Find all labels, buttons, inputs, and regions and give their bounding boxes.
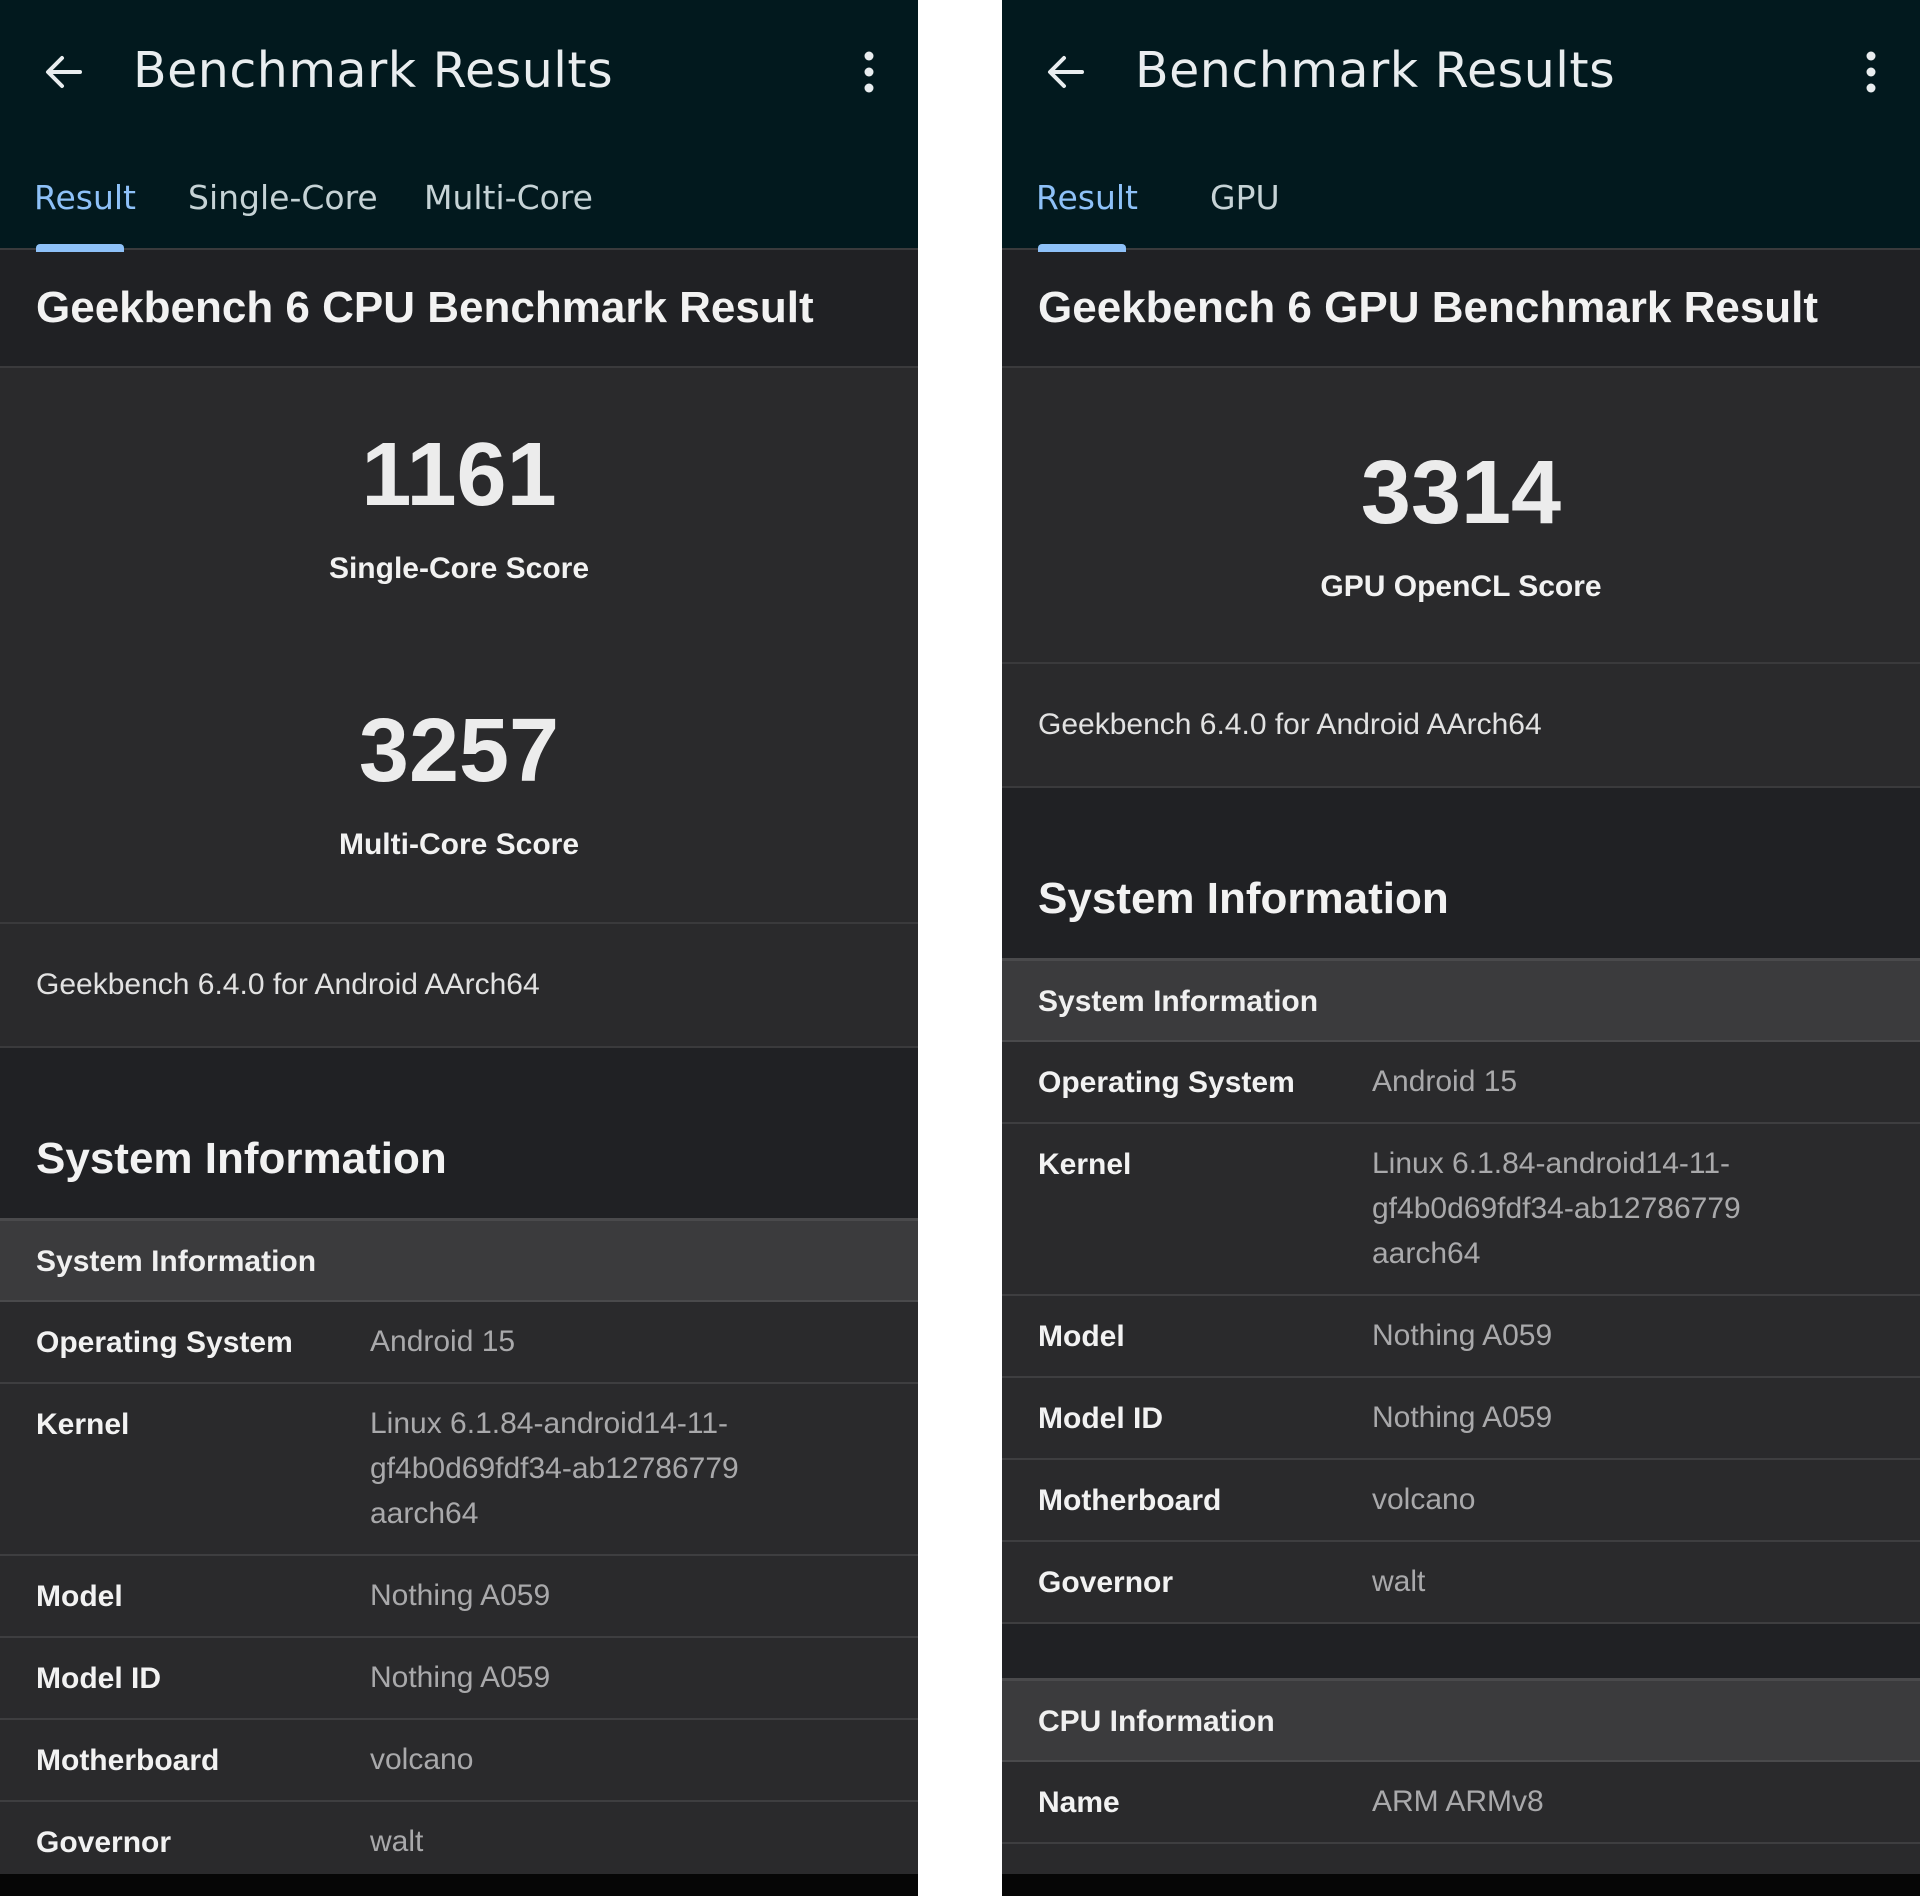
version-info: Geekbench 6.4.0 for Android AArch64 (1002, 662, 1920, 788)
row-value: Nothing A059 (1372, 1319, 1553, 1352)
row-value: ARM ARMv8 (1372, 1785, 1544, 1818)
gpu-opencl-score: 3314 (1360, 443, 1562, 543)
kernel-line-1: Linux 6.1.84-android14-11- (370, 1407, 729, 1440)
system-info-group-header: System Information (0, 1218, 918, 1302)
system-info-section: System Information (1002, 788, 1920, 958)
row-value: Android 15 (370, 1325, 516, 1358)
info-row-kernel: Kernel Linux 6.1.84-android14-11- gf4b0d… (0, 1384, 918, 1556)
kernel-line-1: Linux 6.1.84-android14-11- (1372, 1147, 1731, 1180)
tab-gpu[interactable]: GPU (1210, 178, 1280, 217)
row-key: Operating System (1038, 1066, 1295, 1099)
single-core-score: 1161 (361, 425, 557, 525)
row-value: Nothing A059 (370, 1579, 551, 1612)
info-row-model-id: Model ID Nothing A059 (1002, 1378, 1920, 1460)
more-options-icon[interactable] (1864, 50, 1878, 94)
back-arrow-icon[interactable] (42, 44, 86, 100)
row-value: Linux 6.1.84-android14-11- gf4b0d69fdf34… (370, 1401, 890, 1536)
cpu-results-screen: Benchmark Results Result Single-Core Mul… (0, 0, 918, 1896)
row-key: Governor (1038, 1566, 1174, 1599)
info-row-model: Model Nothing A059 (0, 1556, 918, 1638)
kernel-line-3: aarch64 (370, 1497, 479, 1530)
info-row-model: Model Nothing A059 (1002, 1296, 1920, 1378)
kernel-line-2: gf4b0d69fdf34-ab12786779 (370, 1452, 739, 1485)
gpu-results-screen: Benchmark Results Result GPU Geekbench 6… (1002, 0, 1920, 1896)
row-value: Android 15 (1372, 1065, 1518, 1098)
info-row-operating-system: Operating System Android 15 (0, 1302, 918, 1384)
gpu-opencl-label: GPU OpenCL Score (1320, 570, 1602, 603)
row-value: volcano (370, 1743, 474, 1776)
app-title: Benchmark Results (133, 42, 614, 99)
result-heading: Geekbench 6 GPU Benchmark Result (1002, 248, 1920, 368)
row-value: walt (370, 1825, 424, 1858)
info-row-governor: Governor walt (1002, 1542, 1920, 1624)
multi-core-label: Multi-Core Score (338, 828, 580, 861)
tab-bar: Result GPU (1002, 170, 1920, 252)
info-row-operating-system: Operating System Android 15 (1002, 1042, 1920, 1124)
kernel-line-2: gf4b0d69fdf34-ab12786779 (1372, 1192, 1741, 1225)
info-row-kernel: Kernel Linux 6.1.84-android14-11- gf4b0d… (1002, 1124, 1920, 1296)
row-key: Operating System (36, 1326, 293, 1359)
tab-single-core[interactable]: Single-Core (188, 178, 378, 217)
section-spacer (1002, 1624, 1920, 1678)
row-value: Nothing A059 (370, 1661, 551, 1694)
system-info-group-header: System Information (1002, 958, 1920, 1042)
row-key: Name (1038, 1786, 1120, 1819)
more-options-icon[interactable] (862, 50, 876, 94)
row-value: volcano (1372, 1483, 1476, 1516)
app-bar: Benchmark Results Result GPU (1002, 0, 1920, 252)
row-value: walt (1372, 1565, 1426, 1598)
row-key: Model (36, 1580, 123, 1613)
system-info-section: System Information (0, 1048, 918, 1218)
info-row-motherboard: Motherboard volcano (0, 1720, 918, 1802)
cpu-info-group-header: CPU Information (1002, 1678, 1920, 1762)
row-key: Motherboard (1038, 1484, 1222, 1517)
row-key: Governor (36, 1826, 172, 1859)
system-info-heading: System Information (36, 1134, 447, 1183)
info-row-motherboard: Motherboard volcano (1002, 1460, 1920, 1542)
row-key: Model ID (36, 1662, 161, 1695)
active-tab-indicator (36, 244, 124, 252)
single-core-label: Single-Core Score (328, 552, 590, 585)
app-bar: Benchmark Results Result Single-Core Mul… (0, 0, 918, 252)
info-row-governor: Governor walt (0, 1802, 918, 1884)
result-heading: Geekbench 6 CPU Benchmark Result (0, 248, 918, 368)
row-value: Linux 6.1.84-android14-11- gf4b0d69fdf34… (1372, 1141, 1892, 1276)
row-key: Model ID (1038, 1402, 1163, 1435)
active-tab-indicator (1038, 244, 1126, 252)
kernel-line-3: aarch64 (1372, 1237, 1481, 1270)
score-panel: 1161 Single-Core Score 3257 Multi-Core S… (0, 368, 918, 922)
bottom-edge (1002, 1874, 1920, 1896)
tab-bar: Result Single-Core Multi-Core (0, 170, 918, 252)
tab-result[interactable]: Result (1036, 178, 1138, 217)
app-title: Benchmark Results (1135, 42, 1616, 99)
multi-core-score: 3257 (358, 701, 560, 801)
tab-result[interactable]: Result (34, 178, 136, 217)
row-key: Kernel (1038, 1148, 1132, 1181)
info-row-cpu-name: Name ARM ARMv8 (1002, 1762, 1920, 1844)
info-row-model-id: Model ID Nothing A059 (0, 1638, 918, 1720)
row-key: Motherboard (36, 1744, 220, 1777)
system-info-heading: System Information (1038, 874, 1449, 923)
version-info: Geekbench 6.4.0 for Android AArch64 (0, 922, 918, 1048)
score-panel: 3314 GPU OpenCL Score (1002, 368, 1920, 662)
bottom-edge (0, 1874, 918, 1896)
row-key: Model (1038, 1320, 1125, 1353)
back-arrow-icon[interactable] (1044, 44, 1088, 100)
row-value: Nothing A059 (1372, 1401, 1553, 1434)
tab-multi-core[interactable]: Multi-Core (424, 178, 593, 217)
row-key: Kernel (36, 1408, 130, 1441)
